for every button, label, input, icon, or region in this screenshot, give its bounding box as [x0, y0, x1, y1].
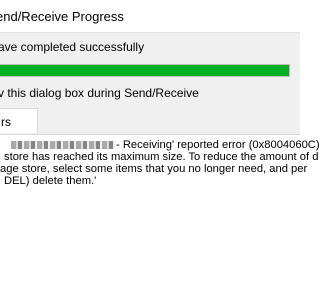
show-dialog-checkbox-label[interactable]: v this dialog box during Send/Receive: [0, 86, 199, 100]
errors-panel: - Receiving' reported error (0x8004060C)…: [0, 134, 320, 301]
tab-errors-label: rs: [1, 115, 11, 129]
title-bar: end/Receive Progress: [0, 0, 300, 33]
progress-status-text: ave completed successfully: [0, 40, 145, 54]
progress-bar-fill: [0, 65, 289, 76]
progress-bar: [0, 64, 290, 77]
redacted-account-name: [11, 141, 115, 149]
progress-panel: ave completed successfully v this dialog…: [0, 33, 300, 105]
window-title: end/Receive Progress: [0, 9, 124, 24]
tab-strip: rs: [0, 105, 300, 135]
error-line-4-text: DEL) delete them.': [4, 175, 97, 187]
tab-errors[interactable]: rs: [0, 108, 38, 133]
